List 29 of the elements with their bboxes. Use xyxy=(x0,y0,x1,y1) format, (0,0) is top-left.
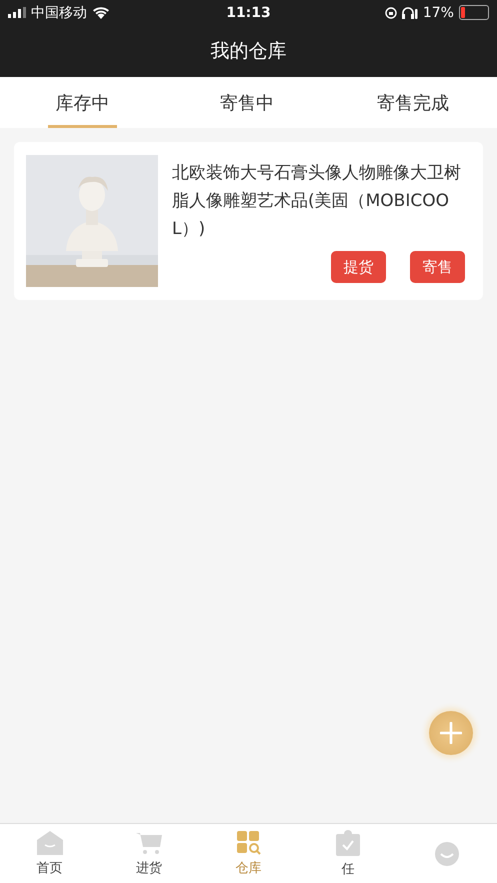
battery-icon xyxy=(458,5,489,20)
tab[interactable]: 寄售完成 xyxy=(377,77,449,128)
action-button[interactable]: 提货 xyxy=(331,251,386,283)
smiley-icon xyxy=(435,842,460,866)
headphones-icon xyxy=(402,6,418,18)
wifi-icon xyxy=(92,6,110,19)
action-button[interactable]: 寄售 xyxy=(410,251,465,283)
clock-time: 11:13 xyxy=(226,4,271,20)
nav-item[interactable]: 进货 xyxy=(99,824,199,883)
clipboard-icon xyxy=(336,830,360,856)
tab[interactable]: 寄售中 xyxy=(212,77,281,128)
battery-percent: 17% xyxy=(422,4,454,20)
nav-label: 进货 xyxy=(136,860,162,876)
nav-item[interactable]: 任 xyxy=(298,824,398,883)
signal-icon xyxy=(8,7,26,18)
nav-item[interactable]: 首页 xyxy=(0,824,100,883)
tab[interactable]: 库存中 xyxy=(48,77,116,128)
product-title: 北欧装饰大号石膏头像人物雕像大卫树脂人像雕塑艺术品(美固（MOBICOOL）) xyxy=(172,162,462,241)
nav-label: 任 xyxy=(341,860,354,878)
page-title: 我的仓库 xyxy=(210,39,288,64)
rotation-lock-icon xyxy=(384,6,397,18)
add-button[interactable] xyxy=(429,711,473,755)
nav-label: 仓库 xyxy=(236,860,262,876)
plus-icon xyxy=(440,722,462,744)
grid-search-icon xyxy=(236,830,261,854)
home-icon xyxy=(36,830,63,854)
cart-icon xyxy=(136,830,162,854)
carrier-name: 中国移动 xyxy=(31,4,87,22)
nav-label: 首页 xyxy=(36,860,63,876)
